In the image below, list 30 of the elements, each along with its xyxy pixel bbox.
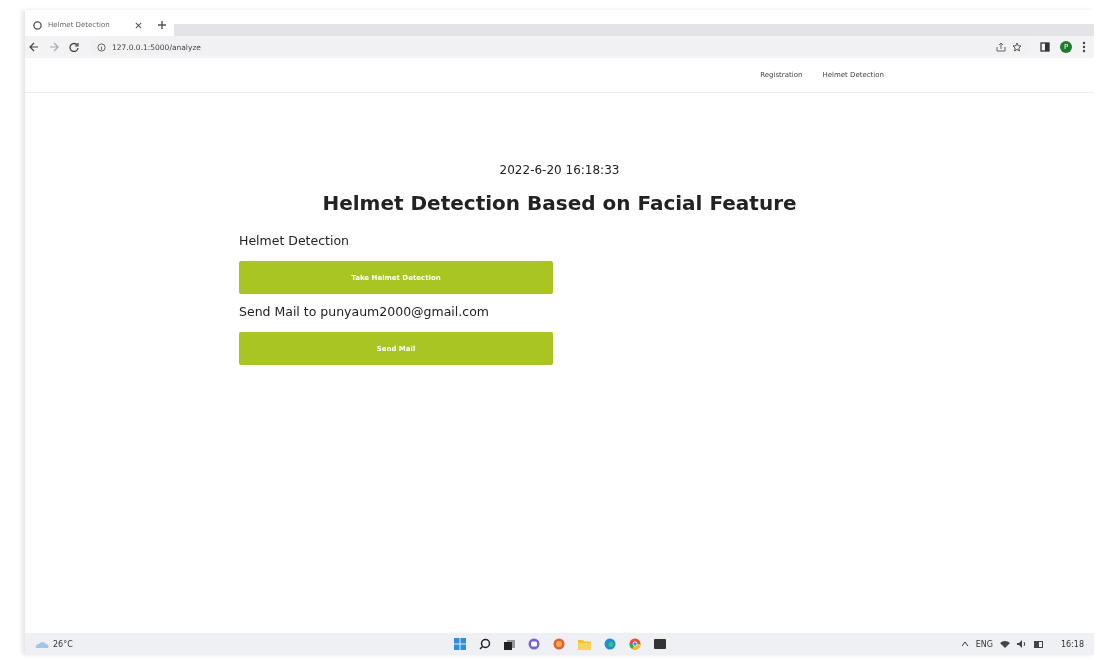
info-icon xyxy=(97,42,106,52)
chevron-up-icon[interactable] xyxy=(960,641,969,647)
edge-browser-icon[interactable] xyxy=(603,638,616,650)
menu-icon[interactable] xyxy=(1082,41,1086,53)
share-icon[interactable] xyxy=(996,42,1006,52)
back-icon[interactable] xyxy=(29,42,39,52)
app-icon[interactable] xyxy=(552,638,565,650)
cloud-icon xyxy=(35,639,49,649)
windows-start-icon[interactable] xyxy=(453,638,466,650)
speaker-icon[interactable] xyxy=(1016,640,1027,648)
search-icon[interactable] xyxy=(478,638,491,650)
page-title: Helmet Detection Based on Facial Feature xyxy=(322,191,797,215)
timestamp: 2022-6-20 16:18:33 xyxy=(499,163,620,177)
weather-temperature: 26°C xyxy=(53,639,73,649)
chat-icon[interactable] xyxy=(527,638,540,650)
chrome-browser-icon[interactable] xyxy=(628,638,641,650)
task-view-icon[interactable] xyxy=(503,638,515,650)
new-tab-icon[interactable] xyxy=(158,21,166,29)
battery-icon[interactable] xyxy=(1033,640,1044,648)
reload-icon[interactable] xyxy=(69,42,79,52)
language-indicator[interactable]: ENG xyxy=(975,639,993,649)
star-icon[interactable] xyxy=(1012,42,1022,52)
terminal-icon[interactable] xyxy=(653,639,666,649)
wifi-icon[interactable] xyxy=(999,640,1010,648)
section-heading: Helmet Detection xyxy=(239,233,351,248)
globe-icon xyxy=(33,20,42,30)
section-heading: Send Mail to punyaum2000@gmail.com xyxy=(239,304,490,319)
close-icon[interactable] xyxy=(135,21,142,29)
side-panel-icon[interactable] xyxy=(1040,42,1050,52)
clock[interactable]: 16:18 xyxy=(1060,639,1084,649)
